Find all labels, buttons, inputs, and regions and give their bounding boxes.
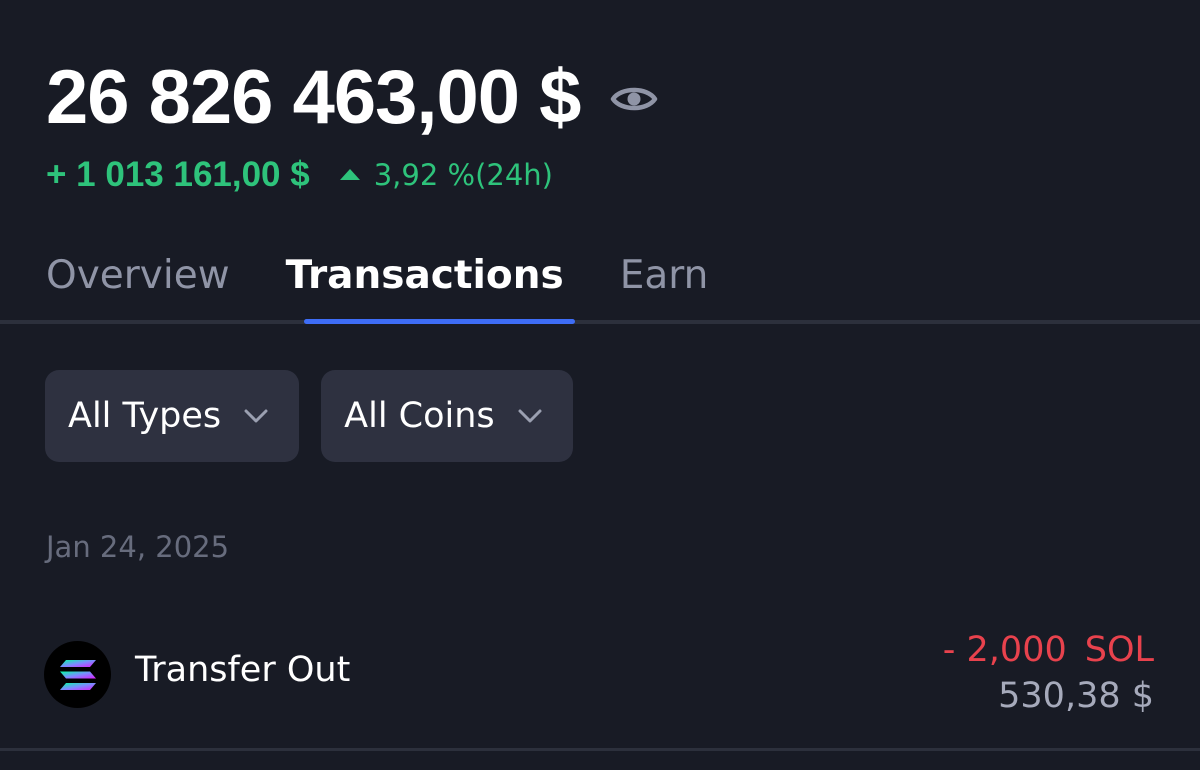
caret-up-icon — [339, 168, 360, 180]
transaction-amount-value: - 2,000 — [942, 630, 1067, 670]
transaction-row[interactable]: Transfer Out - 2,000 SOL 530,38 $ — [0, 620, 1200, 750]
filter-all-types[interactable]: All Types — [45, 370, 300, 462]
tab-transactions[interactable]: Transactions — [286, 253, 564, 298]
transaction-date-header: Jan 24, 2025 — [46, 530, 230, 564]
balance-row: 26 826 463,00 $ — [46, 52, 658, 142]
filter-all-types-label: All Types — [68, 396, 222, 436]
transaction-amount-symbol: SOL — [1084, 630, 1154, 670]
solana-icon — [44, 641, 111, 708]
tab-earn[interactable]: Earn — [620, 253, 709, 298]
change-percent: 3,92 %(24h) — [373, 158, 553, 192]
row-divider — [0, 748, 1200, 751]
balance-change-row: + 1 013 161,00 $ 3,92 %(24h) — [46, 152, 553, 198]
total-balance: 26 826 463,00 $ — [46, 54, 581, 140]
filter-all-coins-label: All Coins — [344, 396, 495, 436]
change-percent-group: 3,92 %(24h) — [339, 158, 553, 192]
active-tab-indicator — [304, 319, 575, 324]
transaction-amount: - 2,000 SOL — [943, 630, 1154, 670]
tab-bar-divider — [0, 320, 1200, 324]
filter-bar: All Types All Coins — [45, 370, 595, 462]
chevron-down-icon — [518, 409, 542, 423]
filter-all-coins[interactable]: All Coins — [321, 370, 573, 462]
transaction-type: Transfer Out — [135, 650, 351, 690]
eye-icon[interactable] — [610, 82, 658, 116]
transaction-fiat-value: 530,38 $ — [998, 676, 1154, 716]
tab-bar: Overview Transactions Earn — [46, 245, 764, 305]
chevron-down-icon — [244, 409, 268, 423]
change-amount: + 1 013 161,00 $ — [46, 155, 310, 194]
tab-overview[interactable]: Overview — [46, 253, 230, 298]
